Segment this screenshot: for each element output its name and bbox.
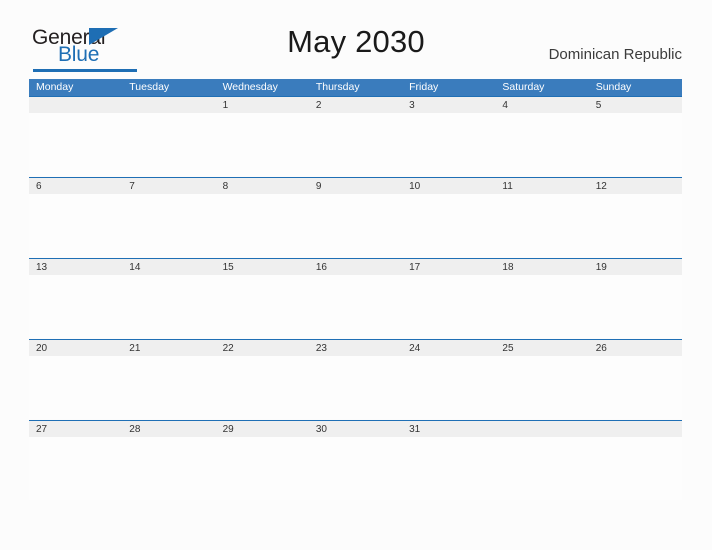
day-cell[interactable]: 1 [216,97,309,113]
day-cell[interactable]: 5 [589,97,682,113]
week-row: 27 28 29 30 31 [29,420,682,501]
calendar-page: General Blue May 2030 Dominican Republic… [0,0,712,550]
day-cell[interactable]: 3 [402,97,495,113]
day-cell[interactable]: 29 [216,421,309,437]
day-cell[interactable]: 23 [309,340,402,356]
day-cell[interactable]: 25 [495,340,588,356]
day-cell[interactable]: 17 [402,259,495,275]
day-cell[interactable]: 7 [122,178,215,194]
week-1-notes-area[interactable] [29,113,682,176]
day-cell[interactable]: 16 [309,259,402,275]
day-cell[interactable]: 13 [29,259,122,275]
week-row: 1 2 3 4 5 [29,96,682,177]
week-3-notes-area[interactable] [29,275,682,338]
day-cell[interactable]: 6 [29,178,122,194]
week-4-notes-area[interactable] [29,356,682,419]
day-cell[interactable]: 22 [216,340,309,356]
week-row: 20 21 22 23 24 25 26 [29,339,682,420]
weekday-wednesday: Wednesday [222,81,278,93]
week-2-notes-area[interactable] [29,194,682,257]
weekday-sunday: Sunday [595,81,632,93]
week-5-dates: 27 28 29 30 31 [29,420,682,437]
day-cell[interactable]: 30 [309,421,402,437]
region-label: Dominican Republic [548,46,682,63]
day-cell[interactable]: 27 [29,421,122,437]
day-cell[interactable]: 8 [216,178,309,194]
day-cell[interactable]: 19 [589,259,682,275]
page-header: General Blue May 2030 Dominican Republic [0,0,712,72]
day-cell[interactable]: 31 [402,421,495,437]
week-row: 13 14 15 16 17 18 19 [29,258,682,339]
weekday-header-row: Monday Tuesday Wednesday Thursday Friday… [29,79,682,96]
day-cell[interactable] [589,421,682,437]
day-cell[interactable]: 20 [29,340,122,356]
weekday-thursday: Thursday [315,81,360,93]
week-4-dates: 20 21 22 23 24 25 26 [29,339,682,356]
day-cell[interactable]: 15 [216,259,309,275]
weekday-saturday: Saturday [502,81,545,93]
day-cell[interactable]: 12 [589,178,682,194]
week-5-notes-area[interactable] [29,437,682,500]
logo-underline [33,69,137,72]
weekday-monday: Monday [36,81,74,93]
week-3-dates: 13 14 15 16 17 18 19 [29,258,682,275]
day-cell[interactable]: 10 [402,178,495,194]
day-cell[interactable] [495,421,588,437]
calendar-grid: Monday Tuesday Wednesday Thursday Friday… [29,79,682,501]
day-cell[interactable] [29,97,122,113]
day-cell[interactable]: 9 [309,178,402,194]
week-1-dates: 1 2 3 4 5 [29,96,682,113]
weekday-friday: Friday [409,81,439,93]
day-cell[interactable]: 14 [122,259,215,275]
day-cell[interactable]: 26 [589,340,682,356]
day-cell[interactable]: 21 [122,340,215,356]
week-row: 6 7 8 9 10 11 12 [29,177,682,258]
day-cell[interactable]: 28 [122,421,215,437]
day-cell[interactable]: 4 [495,97,588,113]
day-cell[interactable]: 24 [402,340,495,356]
day-cell[interactable]: 11 [495,178,588,194]
week-2-dates: 6 7 8 9 10 11 12 [29,177,682,194]
day-cell[interactable]: 2 [309,97,402,113]
day-cell[interactable]: 18 [495,259,588,275]
weekday-tuesday: Tuesday [129,81,170,93]
day-cell[interactable] [122,97,215,113]
